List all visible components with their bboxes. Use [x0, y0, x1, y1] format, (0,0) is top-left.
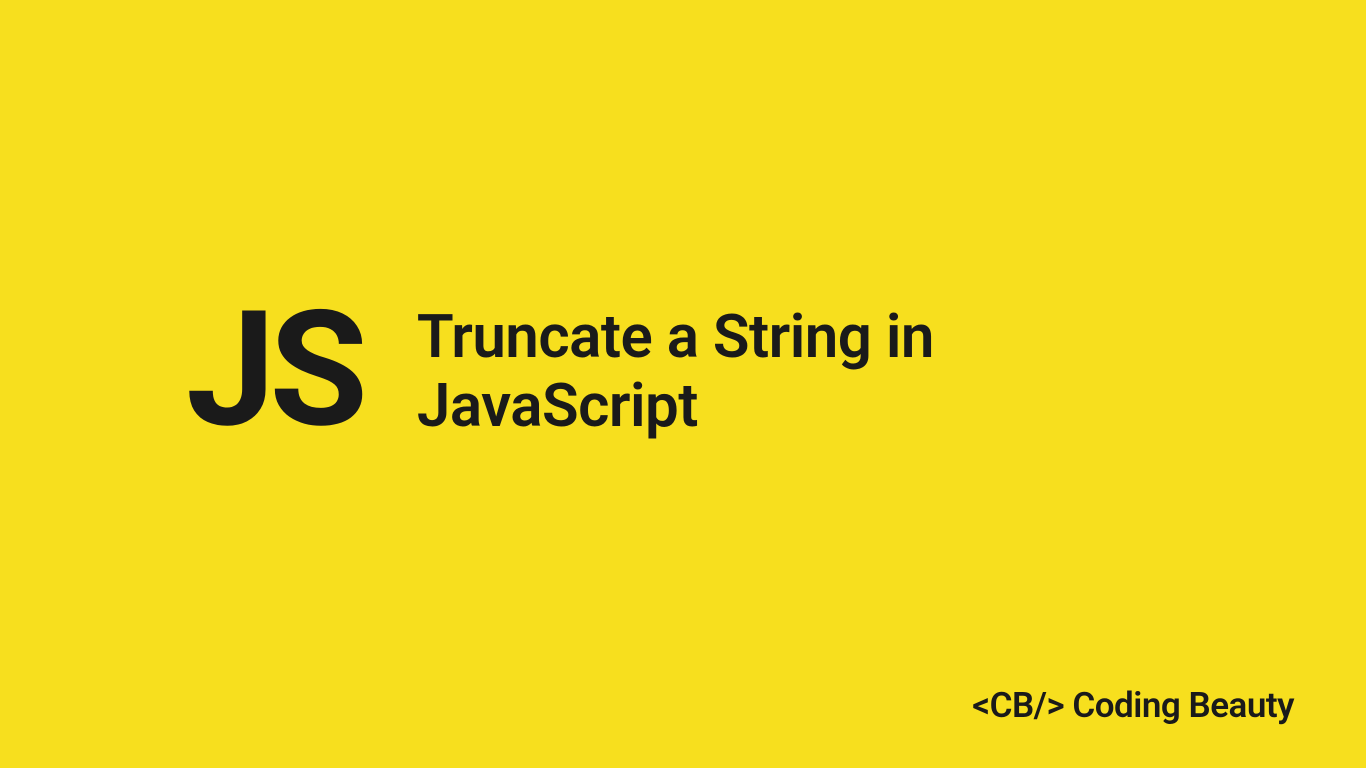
branding-name: Coding Beauty	[1072, 685, 1294, 726]
heading-line-2: JavaScript	[417, 370, 698, 441]
branding-tag: <CB/>	[972, 685, 1064, 726]
heading-line-1: Truncate a String in	[417, 301, 934, 372]
article-title: Truncate a String in JavaScript	[417, 302, 934, 440]
branding: <CB/> Coding Beauty	[972, 685, 1294, 726]
js-logo: JS	[186, 291, 362, 451]
main-content: JS Truncate a String in JavaScript	[0, 291, 1366, 451]
